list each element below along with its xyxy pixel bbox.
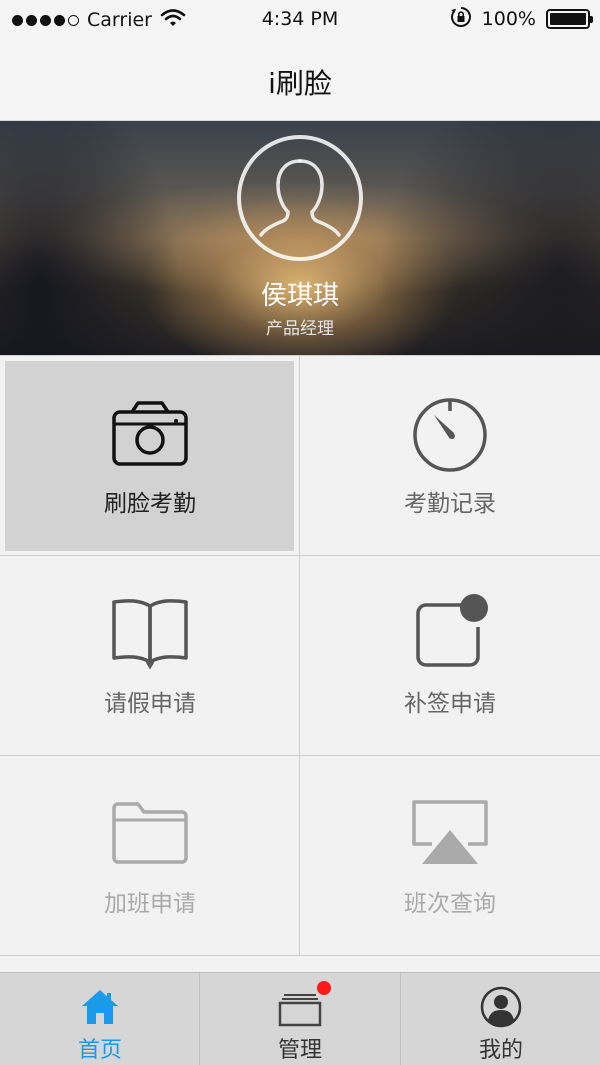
battery-percent: 100% — [481, 8, 536, 30]
user-name: 侯琪琪 — [260, 281, 339, 311]
orientation-lock-icon — [450, 6, 472, 32]
navigation-bar: i刷脸 — [0, 40, 600, 121]
airplay-icon — [400, 788, 500, 878]
tab-mine[interactable]: 我的 — [400, 973, 600, 1065]
profile-banner: 侯琪琪 产品经理 — [0, 121, 600, 355]
profile-icon — [477, 985, 525, 1029]
battery-icon — [546, 9, 593, 29]
grid-item-attendance-records[interactable]: 考勤记录 — [300, 356, 600, 556]
notification-badge — [317, 981, 331, 995]
page-title: i刷脸 — [268, 67, 332, 100]
camera-icon — [100, 388, 200, 478]
grid-item-leave-request[interactable]: 请假申请 — [0, 556, 300, 756]
grid-item-label: 班次查询 — [404, 891, 496, 917]
home-icon — [76, 985, 124, 1029]
battery-fill — [550, 13, 586, 25]
grid-item-label: 补签申请 — [404, 691, 496, 717]
book-icon — [100, 588, 200, 678]
tab-home[interactable]: 首页 — [0, 973, 200, 1065]
tab-manage[interactable]: 管理 — [199, 973, 401, 1065]
folder-icon — [100, 788, 200, 878]
user-avatar-icon[interactable] — [237, 135, 363, 261]
grid-item-label: 加班申请 — [104, 891, 196, 917]
user-role: 产品经理 — [266, 319, 334, 339]
status-right: 100% — [450, 6, 593, 32]
notification-square-icon — [400, 588, 500, 678]
grid-item-makeup-checkin[interactable]: 补签申请 — [300, 556, 600, 756]
tab-label: 我的 — [478, 1038, 523, 1063]
grid-item-face-attendance[interactable]: 刷脸考勤 — [0, 356, 300, 556]
tab-bar: 首页 管理 我的 — [0, 972, 600, 1065]
grid-item-shift-query[interactable]: 班次查询 — [300, 756, 600, 956]
grid-item-label: 请假申请 — [104, 691, 196, 717]
grid-item-label: 刷脸考勤 — [104, 491, 196, 517]
tab-label: 首页 — [77, 1038, 122, 1063]
grid-item-overtime-request[interactable]: 加班申请 — [0, 756, 300, 956]
tab-label: 管理 — [277, 1038, 322, 1063]
status-bar: Carrier 4:34 PM 100% — [0, 0, 600, 40]
stopwatch-icon — [400, 388, 500, 478]
cards-icon — [276, 985, 324, 1029]
grid-item-label: 考勤记录 — [404, 491, 496, 517]
feature-grid: 刷脸考勤 考勤记录 请假申请 补签申请 加班申请 班次查询 — [0, 355, 600, 956]
